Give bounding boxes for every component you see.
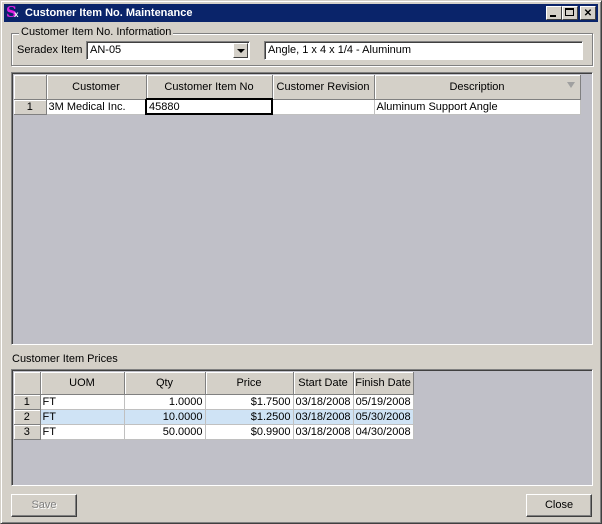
cell-finish-date[interactable]: 05/30/2008: [353, 409, 414, 425]
close-button[interactable]: Close: [526, 494, 592, 517]
dropdown-arrow-button[interactable]: [233, 43, 248, 58]
col-header-description[interactable]: Description: [374, 75, 581, 100]
description-header-label: Description: [449, 80, 505, 93]
col-header-qty[interactable]: Qty: [124, 372, 206, 395]
cell-description[interactable]: Aluminum Support Angle: [374, 99, 581, 115]
item-description-field[interactable]: Angle, 1 x 4 x 1/4 - Aluminum: [264, 41, 583, 60]
cell-finish-date[interactable]: 04/30/2008: [353, 424, 414, 440]
col-header-start-date[interactable]: Start Date: [293, 372, 354, 395]
cell-qty[interactable]: 50.0000: [124, 424, 206, 440]
cell-qty[interactable]: 10.0000: [124, 409, 206, 425]
grid-corner-header[interactable]: [14, 372, 41, 395]
window-title: Customer Item No. Maintenance: [25, 7, 193, 19]
customer-item-prices-grid[interactable]: UOM Qty Price Start Date Finish Date 1 F…: [11, 369, 593, 486]
save-button-label: Save: [31, 499, 57, 511]
close-icon: ✕: [583, 7, 593, 19]
cell-uom[interactable]: FT: [40, 394, 125, 410]
close-window-button[interactable]: ✕: [580, 6, 596, 20]
table-row-selected[interactable]: 2 FT 10.0000 $1.2500 03/18/2008 05/30/20…: [14, 409, 414, 425]
seradex-item-combo[interactable]: AN-05: [86, 41, 250, 60]
cell-qty[interactable]: 1.0000: [124, 394, 206, 410]
cell-uom[interactable]: FT: [40, 424, 125, 440]
cell-start-date[interactable]: 03/18/2008: [293, 409, 354, 425]
col-header-finish-date[interactable]: Finish Date: [353, 372, 414, 395]
grid-corner-header[interactable]: [14, 75, 47, 100]
cell-price[interactable]: $1.2500: [205, 409, 294, 425]
col-header-customer[interactable]: Customer: [46, 75, 147, 100]
col-header-customer-item-no[interactable]: Customer Item No: [146, 75, 273, 100]
seradex-item-value: AN-05: [90, 44, 122, 56]
cell-start-date[interactable]: 03/18/2008: [293, 394, 354, 410]
main-window: Sx Customer Item No. Maintenance ✕ Custo…: [0, 0, 602, 524]
row-number[interactable]: 1: [14, 394, 41, 410]
row-number[interactable]: 2: [14, 409, 41, 425]
minimize-icon: [550, 15, 556, 17]
col-header-uom[interactable]: UOM: [40, 372, 125, 395]
table-row[interactable]: 1 3M Medical Inc. 45880 Aluminum Support…: [14, 98, 581, 115]
info-group-legend: Customer Item No. Information: [19, 26, 174, 38]
cell-price[interactable]: $1.7500: [205, 394, 294, 410]
customer-item-prices-label: Customer Item Prices: [12, 353, 118, 365]
save-button[interactable]: Save: [11, 494, 77, 517]
cell-customer[interactable]: 3M Medical Inc.: [46, 99, 147, 115]
customer-item-grid[interactable]: Customer Customer Item No Customer Revis…: [11, 72, 593, 345]
cell-uom[interactable]: FT: [40, 409, 125, 425]
cell-finish-date[interactable]: 05/19/2008: [353, 394, 414, 410]
cell-customer-revision[interactable]: [272, 99, 375, 115]
row-number[interactable]: 3: [14, 424, 41, 440]
col-header-price[interactable]: Price: [205, 372, 294, 395]
sx-app-icon: Sx: [6, 3, 19, 21]
col-header-customer-revision[interactable]: Customer Revision: [272, 75, 375, 100]
row-number[interactable]: 1: [14, 99, 47, 115]
cell-price[interactable]: $0.9900: [205, 424, 294, 440]
close-button-label: Close: [544, 499, 574, 511]
table-row[interactable]: 3 FT 50.0000 $0.9900 03/18/2008 04/30/20…: [14, 424, 414, 440]
cell-customer-item-no[interactable]: 45880: [145, 98, 273, 115]
maximize-button[interactable]: [562, 6, 578, 20]
sort-icon[interactable]: [566, 82, 575, 88]
maximize-icon: [565, 8, 574, 16]
title-bar[interactable]: Sx Customer Item No. Maintenance ✕: [4, 3, 598, 22]
table-row[interactable]: 1 FT 1.0000 $1.7500 03/18/2008 05/19/200…: [14, 394, 414, 410]
cell-start-date[interactable]: 03/18/2008: [293, 424, 354, 440]
seradex-item-label: Seradex Item :: [17, 44, 89, 56]
minimize-button[interactable]: [546, 6, 562, 20]
